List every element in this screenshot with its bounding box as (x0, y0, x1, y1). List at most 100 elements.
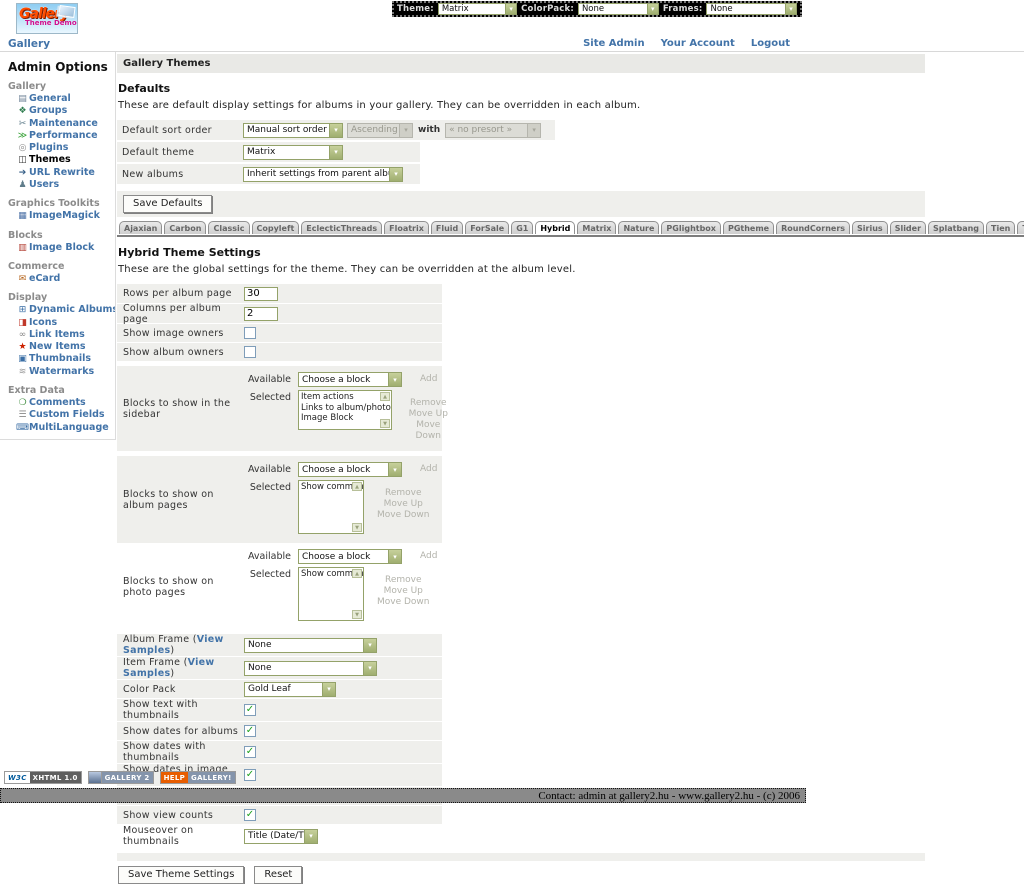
tab-slider[interactable]: Slider (890, 221, 926, 234)
move-down-link[interactable]: Move Down (377, 510, 430, 521)
listbox-scrollbar[interactable]: ▲▼ (352, 482, 362, 532)
new-albums-select[interactable]: Inherit settings from parent album ▾ (243, 167, 403, 182)
sidebar-item-url-rewrite[interactable]: ➔URL Rewrite (8, 167, 113, 179)
show-image-owners-checkbox[interactable] (244, 327, 256, 339)
listbox-item[interactable]: Image Block (301, 413, 379, 424)
sidebar-item-users[interactable]: ♟Users (8, 179, 113, 191)
sidebar-item-watermarks[interactable]: ≋Watermarks (8, 366, 113, 378)
tab-g1[interactable]: G1 (511, 221, 533, 234)
sidebar-item-multilanguage[interactable]: ⌨MultiLanguage (8, 422, 113, 434)
remove-link[interactable]: Remove (377, 575, 430, 586)
selected-blocks-list[interactable]: Item actionsLinks to album/photo peersIm… (298, 390, 392, 430)
show-dates-in-image-view-checkbox[interactable]: ✓ (244, 769, 256, 781)
header-link-logout[interactable]: Logout (751, 38, 790, 49)
sidebar-item-maintenance[interactable]: ✂Maintenance (8, 118, 113, 130)
choose-block-select[interactable]: Choose a block▾ (298, 462, 402, 477)
tab-hybrid[interactable]: Hybrid (535, 221, 575, 234)
sidebar-item-ecard[interactable]: ✉eCard (8, 273, 113, 285)
tab-carbon[interactable]: Carbon (164, 221, 206, 234)
show-dates-for-albums-checkbox[interactable]: ✓ (244, 725, 256, 737)
listbox-scrollbar[interactable]: ▲▼ (352, 569, 362, 619)
move-up-link[interactable]: Move Up (377, 586, 430, 597)
scroll-down-icon[interactable]: ▼ (352, 523, 362, 532)
tab-pglightbox[interactable]: PGlightbox (661, 221, 721, 234)
tab-tile[interactable]: Tile (1017, 221, 1024, 234)
w3c-xhtml-badge[interactable]: W3C XHTML 1.0 (4, 771, 82, 784)
selected-blocks-list[interactable]: Show comments▲▼ (298, 567, 364, 621)
sidebar-item-plugins[interactable]: ◎Plugins (8, 142, 113, 154)
sidebar-item-performance[interactable]: ≫Performance (8, 130, 113, 142)
sidebar-item-icons[interactable]: ◨Icons (8, 317, 113, 329)
remove-link[interactable]: Remove (377, 488, 430, 499)
tab-floatrix[interactable]: Floatrix (384, 221, 429, 234)
tab-splatbang[interactable]: Splatbang (928, 221, 984, 234)
sidebar-item-dynamic-albums[interactable]: ⊞Dynamic Albums (8, 304, 113, 316)
listbox-item[interactable]: Show comments (301, 569, 351, 580)
scroll-up-icon[interactable]: ▲ (352, 569, 362, 578)
rows-per-album-page-input[interactable] (244, 287, 278, 301)
listbox-item[interactable]: Item actions (301, 392, 379, 403)
gallery2-badge[interactable]: GALLERY 2 (88, 771, 154, 784)
breadcrumb[interactable]: Gallery (8, 38, 50, 50)
listbox-item[interactable]: Show comments (301, 482, 351, 493)
help-gallery-badge[interactable]: HELP GALLERY! (160, 771, 236, 784)
show-album-owners-checkbox[interactable] (244, 346, 256, 358)
album-frame-select[interactable]: None ▾ (244, 638, 377, 653)
tab-fluid[interactable]: Fluid (431, 221, 463, 234)
scroll-up-icon[interactable]: ▲ (352, 482, 362, 491)
tab-forsale[interactable]: ForSale (465, 221, 509, 234)
sidebar-item-link-items[interactable]: ∞Link Items (8, 329, 113, 341)
add-link[interactable]: Add (420, 549, 437, 564)
listbox-scrollbar[interactable]: ▲▼ (380, 392, 390, 428)
move-down-link[interactable]: Move Down (377, 597, 430, 608)
default-sort-order-select[interactable]: Manual sort order ▾ (243, 123, 343, 138)
save-defaults-button[interactable]: Save Defaults (123, 195, 212, 213)
tab-copyleft[interactable]: Copyleft (252, 221, 300, 234)
show-view-counts-checkbox[interactable]: ✓ (244, 809, 256, 821)
frames-select[interactable]: None ▾ (706, 3, 797, 15)
sidebar-item-general[interactable]: ▤General (8, 93, 113, 105)
save-theme-settings-button[interactable]: Save Theme Settings (118, 866, 244, 884)
selected-blocks-list[interactable]: Show comments▲▼ (298, 480, 364, 534)
sidebar-item-imagemagick[interactable]: ▦ImageMagick (8, 210, 113, 222)
move-up-link[interactable]: Move Up (405, 409, 452, 420)
scroll-down-icon[interactable]: ▼ (380, 419, 390, 428)
tab-eclecticthreads[interactable]: EclecticThreads (301, 221, 382, 234)
color-pack-select[interactable]: Gold Leaf ▾ (244, 682, 336, 697)
gallery-logo[interactable]: Gallery Theme Demo (16, 3, 78, 34)
reset-button[interactable]: Reset (254, 866, 302, 884)
tab-nature[interactable]: Nature (618, 221, 659, 234)
item-frame-select[interactable]: None ▾ (244, 661, 377, 676)
columns-per-album-page-input[interactable] (244, 307, 278, 321)
remove-link[interactable]: Remove (405, 398, 452, 409)
scroll-down-icon[interactable]: ▼ (352, 610, 362, 619)
tab-matrix[interactable]: Matrix (577, 221, 616, 234)
sidebar-item-comments[interactable]: ❍Comments (8, 397, 113, 409)
add-link[interactable]: Add (420, 462, 437, 477)
tab-pgtheme[interactable]: PGtheme (723, 221, 774, 234)
sidebar-item-thumbnails[interactable]: ▣Thumbnails (8, 353, 113, 365)
scroll-up-icon[interactable]: ▲ (380, 392, 390, 401)
tab-sirius[interactable]: Sirius (852, 221, 888, 234)
tab-ajaxian[interactable]: Ajaxian (119, 221, 162, 234)
move-down-link[interactable]: Move Down (405, 420, 452, 442)
tab-roundcorners[interactable]: RoundCorners (776, 221, 850, 234)
header-link-your-account[interactable]: Your Account (661, 38, 735, 49)
header-link-site-admin[interactable]: Site Admin (583, 38, 645, 49)
add-link[interactable]: Add (420, 372, 437, 387)
sidebar-item-groups[interactable]: ❖Groups (8, 105, 113, 117)
mouseover-select[interactable]: Title (Date/Time) ▾ (244, 829, 318, 844)
default-theme-select[interactable]: Matrix ▾ (243, 145, 343, 160)
sidebar-item-custom-fields[interactable]: ☰Custom Fields (8, 409, 113, 421)
listbox-item[interactable]: Links to album/photo peers (301, 403, 379, 414)
show-text-with-thumbnails-checkbox[interactable]: ✓ (244, 704, 256, 716)
colorpack-select[interactable]: None ▾ (578, 3, 659, 15)
theme-select[interactable]: Matrix ▾ (438, 3, 517, 15)
choose-block-select[interactable]: Choose a block▾ (298, 549, 402, 564)
move-up-link[interactable]: Move Up (377, 499, 430, 510)
show-dates-with-thumbnails-checkbox[interactable]: ✓ (244, 746, 256, 758)
sidebar-item-themes[interactable]: ◫Themes (8, 154, 113, 166)
choose-block-select[interactable]: Choose a block▾ (298, 372, 402, 387)
tab-classic[interactable]: Classic (208, 221, 249, 234)
sidebar-item-new-items[interactable]: ★New Items (8, 341, 113, 353)
